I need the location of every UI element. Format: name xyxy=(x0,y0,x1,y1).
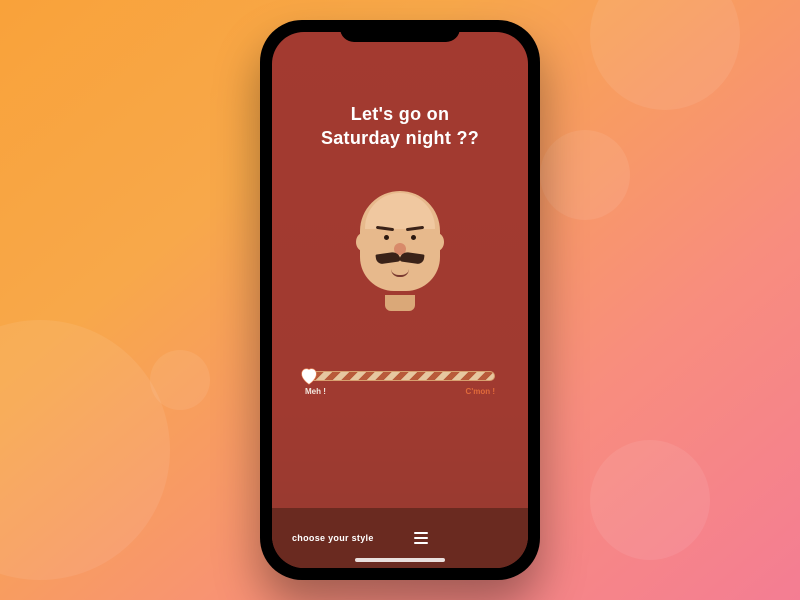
slider-label-right: C'mon ! xyxy=(466,387,495,396)
main-content: Let's go on Saturday night ?? xyxy=(272,32,528,508)
menu-icon[interactable] xyxy=(414,532,428,544)
phone-frame: Let's go on Saturday night ?? xyxy=(260,20,540,580)
background-circle xyxy=(590,440,710,560)
slider-labels: Meh ! C'mon ! xyxy=(305,387,495,396)
footer-label: choose your style xyxy=(292,533,374,543)
footer-bar: choose your style xyxy=(272,508,528,568)
slider-track[interactable] xyxy=(305,371,495,381)
title-line: Saturday night ?? xyxy=(321,126,479,150)
title-line: Let's go on xyxy=(321,102,479,126)
background-circle xyxy=(540,130,630,220)
heart-icon[interactable] xyxy=(298,365,320,387)
title: Let's go on Saturday night ?? xyxy=(321,102,479,151)
app-screen: Let's go on Saturday night ?? xyxy=(272,32,528,568)
background-circle xyxy=(590,0,740,110)
mood-slider[interactable]: Meh ! C'mon ! xyxy=(305,371,495,396)
background-circle xyxy=(150,350,210,410)
avatar-illustration xyxy=(352,191,448,311)
phone-notch xyxy=(340,20,460,42)
slider-label-left: Meh ! xyxy=(305,387,326,396)
home-indicator[interactable] xyxy=(355,558,445,562)
background-circle xyxy=(0,320,170,580)
